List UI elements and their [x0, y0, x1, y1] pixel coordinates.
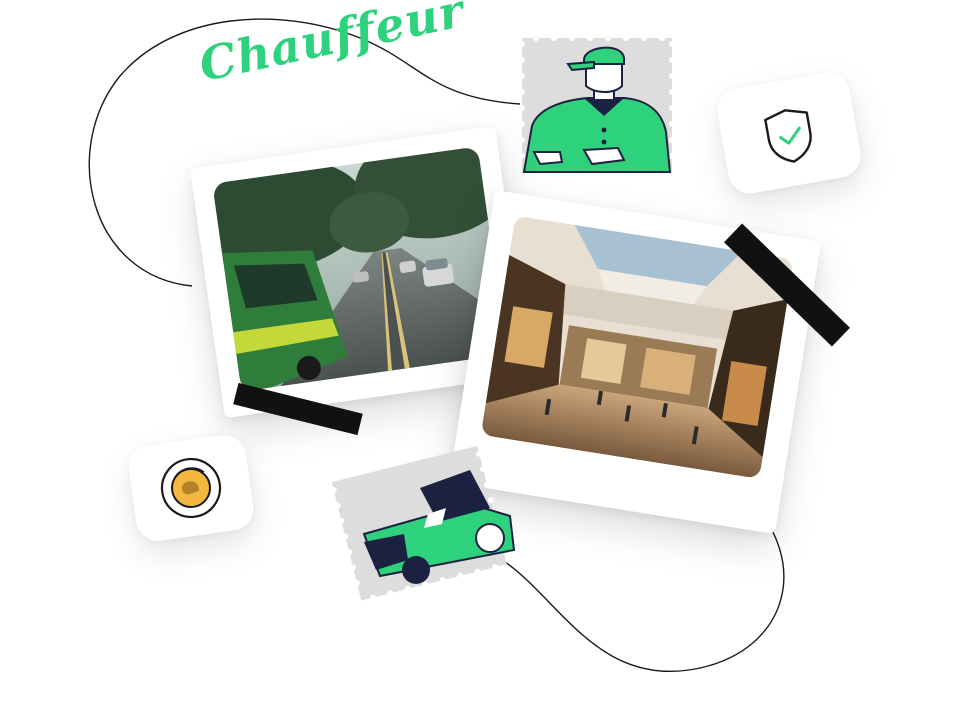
coin-tile: [125, 432, 257, 544]
car-stamp: [330, 445, 516, 601]
hero-illustration: Chauffeur: [0, 0, 968, 707]
chauffeur-stamp: [519, 35, 675, 173]
street-photo: [212, 146, 507, 392]
coin-icon: [160, 457, 222, 519]
